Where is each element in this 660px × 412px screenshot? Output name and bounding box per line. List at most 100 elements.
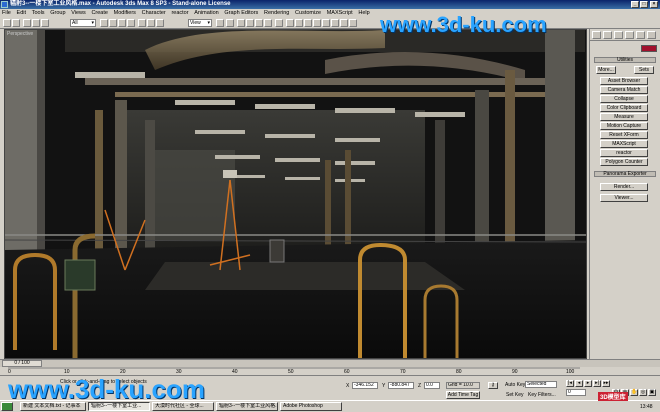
material-editor-icon[interactable]: [331, 19, 339, 27]
panorama-exporter-rollout-header[interactable]: Panorama Exporter: [594, 171, 656, 177]
region-select-icon[interactable]: [118, 19, 126, 27]
undo-icon[interactable]: [3, 19, 11, 27]
menu-graph-editors[interactable]: Graph Editors: [222, 9, 260, 17]
bind-spacewarp-icon[interactable]: [41, 19, 49, 27]
menu-maxscript[interactable]: MAXScript: [325, 9, 355, 17]
command-panel-tabs: [590, 29, 660, 41]
play-icon[interactable]: ▸: [584, 380, 592, 387]
menu-file[interactable]: File: [0, 9, 13, 17]
pivot-center-icon[interactable]: [216, 19, 224, 27]
taskbar-item-browser[interactable]: 大漠时代社区 - 全球...: [152, 402, 214, 411]
link-icon[interactable]: [23, 19, 31, 27]
menu-modifiers[interactable]: Modifiers: [112, 9, 138, 17]
window-crossing-icon[interactable]: [127, 19, 135, 27]
start-button[interactable]: [1, 402, 13, 411]
schematic-view-icon[interactable]: [322, 19, 330, 27]
key-filters-button[interactable]: Key Filters...: [528, 392, 556, 398]
panorama-render-button[interactable]: Render...: [600, 183, 648, 191]
utility-measure-button[interactable]: Measure: [600, 113, 648, 121]
utility-color-clipboard-button[interactable]: Color Clipboard: [600, 104, 648, 112]
redo-icon[interactable]: [12, 19, 20, 27]
menu-help[interactable]: Help: [356, 9, 371, 17]
percent-snap-icon[interactable]: [255, 19, 263, 27]
curve-editor-icon[interactable]: [313, 19, 321, 27]
display-tab-icon[interactable]: [636, 31, 645, 39]
go-to-start-icon[interactable]: |◂: [566, 380, 574, 387]
utility-motion-capture-button[interactable]: Motion Capture: [600, 122, 648, 130]
modify-tab-icon[interactable]: [603, 31, 612, 39]
previous-frame-icon[interactable]: ◂: [575, 380, 583, 387]
orbit-icon[interactable]: ◎: [639, 389, 647, 396]
go-to-end-icon[interactable]: ▸▸: [602, 380, 610, 387]
menu-edit[interactable]: Edit: [15, 9, 28, 17]
close-button[interactable]: ×: [650, 1, 658, 8]
utility-reset-xform-button[interactable]: Reset XForm: [600, 131, 648, 139]
set-key-button[interactable]: Set Key: [506, 392, 524, 398]
quick-render-icon[interactable]: [349, 19, 357, 27]
menu-character[interactable]: Character: [140, 9, 168, 17]
render-scene-icon[interactable]: [340, 19, 348, 27]
next-frame-icon[interactable]: ▸|: [593, 380, 601, 387]
perspective-viewport[interactable]: Perspective: [4, 29, 587, 359]
panorama-viewer-button[interactable]: Viewer...: [600, 194, 648, 202]
reference-coordinate-select[interactable]: View: [188, 19, 212, 27]
utility-collapse-button[interactable]: Collapse: [600, 95, 648, 103]
angle-snap-icon[interactable]: [246, 19, 254, 27]
utility-asset-browser-button[interactable]: Asset Browser: [600, 77, 648, 85]
mirror-icon[interactable]: [286, 19, 294, 27]
unlink-icon[interactable]: [32, 19, 40, 27]
named-selection-icon[interactable]: [275, 19, 283, 27]
menu-group[interactable]: Group: [48, 9, 67, 17]
move-icon[interactable]: [138, 19, 146, 27]
pan-icon[interactable]: ✋: [630, 389, 638, 396]
maximize-viewport-icon[interactable]: ▣: [648, 389, 656, 396]
hierarchy-tab-icon[interactable]: [614, 31, 623, 39]
maximize-button[interactable]: □: [640, 1, 648, 8]
select-by-name-icon[interactable]: [109, 19, 117, 27]
menu-rendering[interactable]: Rendering: [262, 9, 291, 17]
utilities-tab-icon[interactable]: [647, 31, 656, 39]
menu-customize[interactable]: Customize: [293, 9, 323, 17]
auto-key-button[interactable]: Auto Key: [505, 382, 525, 388]
scale-icon[interactable]: [156, 19, 164, 27]
y-coordinate-field[interactable]: -880.847: [388, 382, 414, 389]
current-frame-field[interactable]: 0: [566, 389, 586, 396]
snaps-toggle-icon[interactable]: [237, 19, 245, 27]
menu-reactor[interactable]: reactor: [169, 9, 190, 17]
utilities-rollout-header[interactable]: Utilities: [594, 57, 656, 63]
utility-polygon-counter-button[interactable]: Polygon Counter: [600, 158, 648, 166]
z-coordinate-field[interactable]: 0.0: [424, 382, 440, 389]
object-color-swatch[interactable]: [641, 45, 657, 52]
time-slider[interactable]: 0 / 100: [0, 359, 660, 367]
layer-manager-icon[interactable]: [304, 19, 312, 27]
taskbar-item-3dsmax[interactable]: 辐射3--一楼下室工业...: [88, 402, 150, 411]
minimize-button[interactable]: _: [631, 1, 639, 8]
x-coordinate-field[interactable]: -346.152: [352, 382, 378, 389]
add-time-tag-button[interactable]: Add Time Tag: [446, 391, 480, 399]
app-icon: [1, 1, 8, 8]
motion-tab-icon[interactable]: [625, 31, 634, 39]
taskbar-item-photoshop[interactable]: Adobe Photoshop: [280, 402, 342, 411]
utility-maxscript-button[interactable]: MAXScript: [600, 140, 648, 148]
rotate-icon[interactable]: [147, 19, 155, 27]
more-button[interactable]: More...: [596, 66, 616, 74]
taskbar-item-notepad[interactable]: 新建 文本文档.txt - 记事本: [20, 402, 86, 411]
spinner-snap-icon[interactable]: [264, 19, 272, 27]
menu-create[interactable]: Create: [89, 9, 110, 17]
taskbar-item-folder[interactable]: 辐射3--一楼下室工业风格...: [216, 402, 278, 411]
auto-key-selection-select[interactable]: Selected: [525, 381, 557, 388]
menu-animation[interactable]: Animation: [192, 9, 220, 17]
selection-filter-select[interactable]: All: [70, 19, 96, 27]
time-slider-thumb[interactable]: 0 / 100: [2, 360, 42, 367]
align-icon[interactable]: [295, 19, 303, 27]
utility-camera-match-button[interactable]: Camera Match: [600, 86, 648, 94]
utility-reactor-button[interactable]: reactor: [600, 149, 648, 157]
create-tab-icon[interactable]: [592, 31, 601, 39]
menu-views[interactable]: Views: [69, 9, 88, 17]
menu-tools[interactable]: Tools: [30, 9, 47, 17]
manipulate-icon[interactable]: [226, 19, 234, 27]
key-mode-icon[interactable]: ⚷: [488, 382, 498, 389]
menu-bar: File Edit Tools Group Views Create Modif…: [0, 9, 660, 17]
select-object-icon[interactable]: [100, 19, 108, 27]
sets-button[interactable]: Sets: [634, 66, 654, 74]
